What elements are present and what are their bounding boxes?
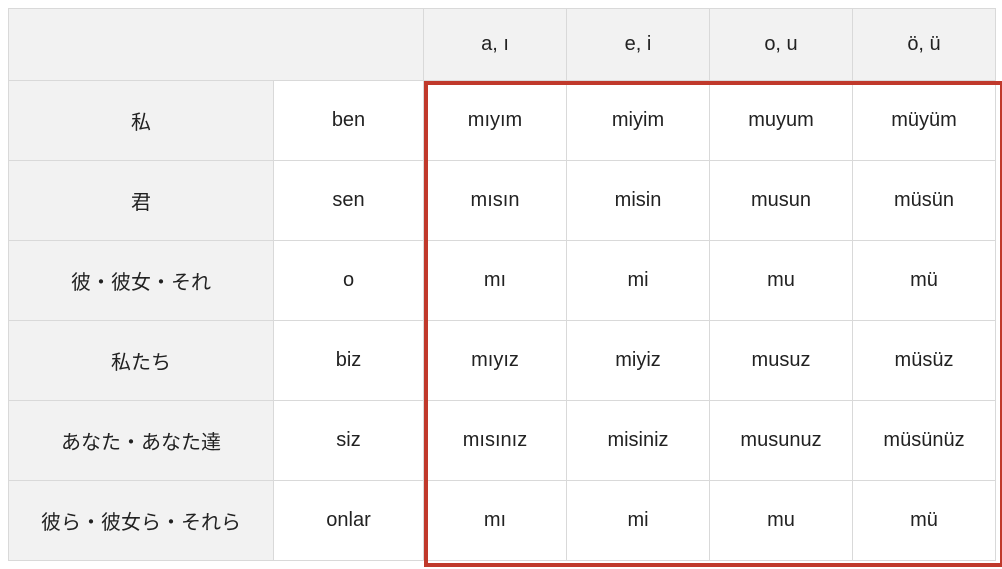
cell-japanese: 彼ら・彼女ら・それら [9,481,274,561]
cell-suffix-e: misin [567,161,710,241]
header-col-ou: ö, ü [853,9,996,81]
cell-suffix-e: mi [567,481,710,561]
cell-japanese: あなた・あなた達 [9,401,274,481]
cell-suffix-o: muyum [710,81,853,161]
cell-suffix-ou: müsün [853,161,996,241]
cell-japanese: 私たち [9,321,274,401]
cell-suffix-e: miyiz [567,321,710,401]
cell-pronoun: o [274,241,424,321]
cell-pronoun: sen [274,161,424,241]
header-col-a: a, ı [424,9,567,81]
cell-suffix-ou: mü [853,241,996,321]
cell-suffix-a: mısınız [424,401,567,481]
cell-pronoun: onlar [274,481,424,561]
header-col-e: e, i [567,9,710,81]
cell-japanese: 彼・彼女・それ [9,241,274,321]
cell-suffix-a: mı [424,481,567,561]
cell-pronoun: biz [274,321,424,401]
cell-suffix-o: musunuz [710,401,853,481]
cell-suffix-o: musun [710,161,853,241]
cell-suffix-o: mu [710,241,853,321]
cell-japanese: 君 [9,161,274,241]
table-row: 彼・彼女・それ o mı mi mu mü [9,241,996,321]
table-row: 私たち biz mıyız miyiz musuz müsüz [9,321,996,401]
table-row: あなた・あなた達 siz mısınız misiniz musunuz müs… [9,401,996,481]
table-row: 彼ら・彼女ら・それら onlar mı mi mu mü [9,481,996,561]
cell-suffix-a: mıyım [424,81,567,161]
cell-suffix-e: misiniz [567,401,710,481]
table-row: 私 ben mıyım miyim muyum müyüm [9,81,996,161]
cell-suffix-e: mi [567,241,710,321]
header-col-o: o, u [710,9,853,81]
cell-suffix-ou: müsünüz [853,401,996,481]
cell-suffix-a: mı [424,241,567,321]
cell-suffix-ou: mü [853,481,996,561]
cell-suffix-a: mıyız [424,321,567,401]
header-row: a, ı e, i o, u ö, ü [9,9,996,81]
cell-suffix-ou: müsüz [853,321,996,401]
cell-suffix-o: musuz [710,321,853,401]
cell-pronoun: siz [274,401,424,481]
cell-japanese: 私 [9,81,274,161]
cell-suffix-o: mu [710,481,853,561]
cell-suffix-ou: müyüm [853,81,996,161]
cell-pronoun: ben [274,81,424,161]
table-container: a, ı e, i o, u ö, ü 私 ben mıyım miyim mu… [8,8,994,561]
cell-suffix-e: miyim [567,81,710,161]
header-blank [9,9,424,81]
cell-suffix-a: mısın [424,161,567,241]
table-row: 君 sen mısın misin musun müsün [9,161,996,241]
conjugation-table: a, ı e, i o, u ö, ü 私 ben mıyım miyim mu… [8,8,996,561]
